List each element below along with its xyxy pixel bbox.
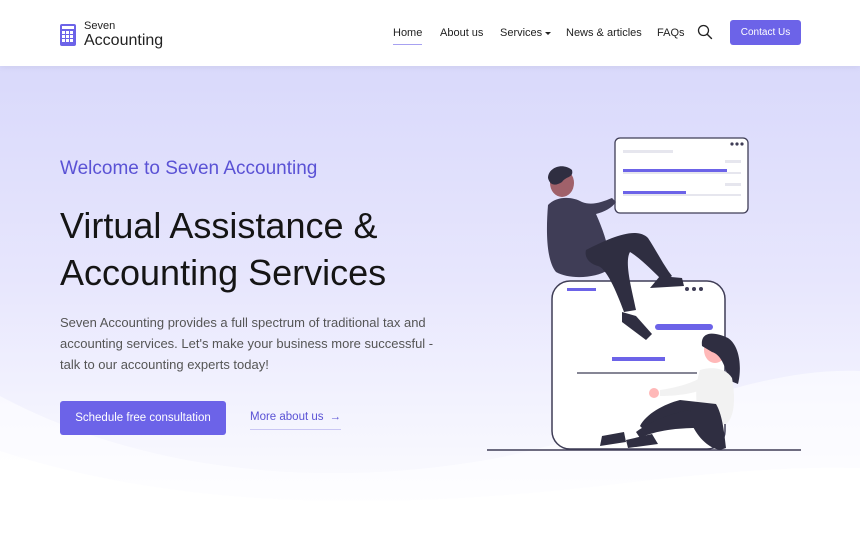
nav-services[interactable]: Services xyxy=(500,27,552,39)
caret-down-icon xyxy=(545,31,552,35)
headline-line-2: Accounting Services xyxy=(60,252,387,293)
search-icon[interactable] xyxy=(697,24,713,40)
schedule-consultation-button[interactable]: Schedule free consultation xyxy=(60,401,226,435)
more-about-us-link[interactable]: More about us → xyxy=(250,411,342,430)
nav-about-us[interactable]: About us xyxy=(440,27,483,39)
brand-logo[interactable]: Seven Accounting xyxy=(60,21,163,49)
nav-faqs[interactable]: FAQs xyxy=(657,27,685,39)
calculator-icon xyxy=(60,24,76,46)
brand-name-bottom: Accounting xyxy=(84,32,164,49)
nav-news-articles[interactable]: News & articles xyxy=(566,27,642,39)
arrow-right-icon: → xyxy=(329,411,342,423)
hero-description: Seven Accounting provides a full spectru… xyxy=(60,315,434,372)
brand-name-top: Seven xyxy=(84,20,116,32)
contact-us-button[interactable]: Contact Us xyxy=(730,20,801,45)
hero-eyebrow: Welcome to Seven Accounting xyxy=(60,158,318,179)
headline-line-1: Virtual Assistance & xyxy=(60,205,378,246)
hero-headline: Virtual Assistance & Accounting Services xyxy=(60,202,480,296)
site-header: Seven Accounting Home About us Services … xyxy=(0,0,860,66)
nav-services-label: Services xyxy=(500,27,543,39)
hero-illustration xyxy=(487,137,801,451)
more-about-us-label: More about us xyxy=(250,411,324,423)
nav-home[interactable]: Home xyxy=(393,27,423,45)
